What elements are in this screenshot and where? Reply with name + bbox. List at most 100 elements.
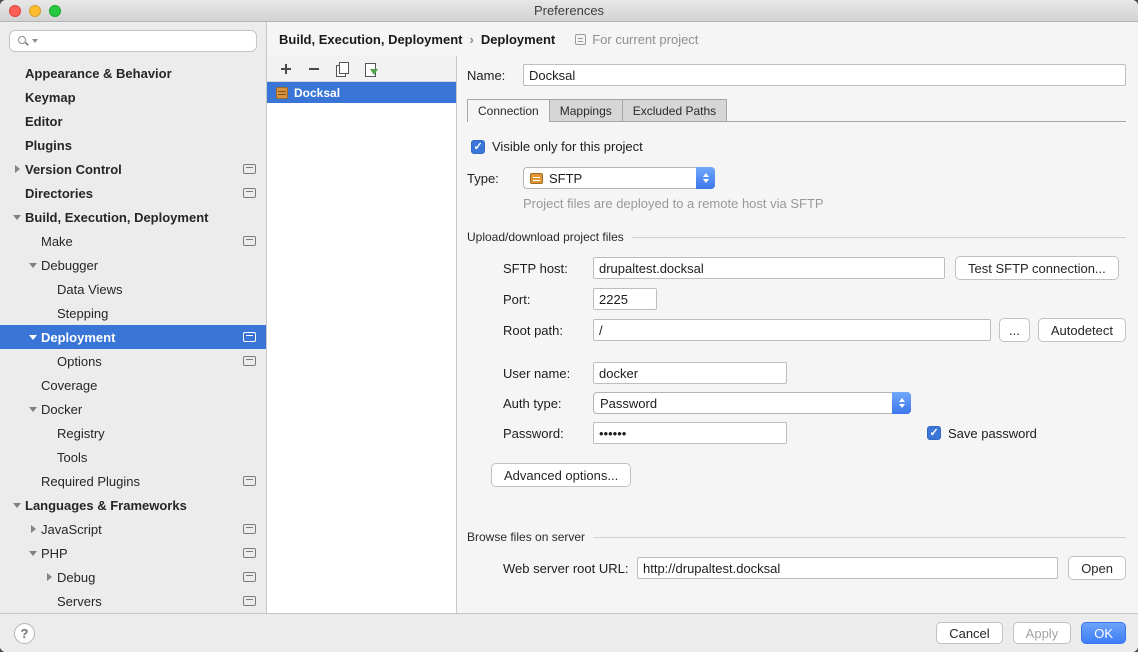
tab-connection[interactable]: Connection <box>467 99 550 121</box>
chevron-down-icon[interactable] <box>10 210 25 224</box>
cancel-button[interactable]: Cancel <box>936 622 1002 644</box>
sidebar-item-build-execution-deployment[interactable]: Build, Execution, Deployment <box>0 205 266 229</box>
zoom-window-button[interactable] <box>49 5 61 17</box>
sidebar-item-languages-frameworks[interactable]: Languages & Frameworks <box>0 493 266 517</box>
search-icon <box>17 35 29 47</box>
browse-section-title: Browse files on server <box>467 530 585 544</box>
sidebar-item-docker[interactable]: Docker <box>0 397 266 421</box>
type-label: Type: <box>467 171 523 186</box>
scope-label: For current project <box>592 32 698 47</box>
breadcrumb: Build, Execution, Deployment › Deploymen… <box>267 22 1138 56</box>
breadcrumb-root[interactable]: Build, Execution, Deployment <box>279 32 462 47</box>
dropdown-stepper-icon[interactable] <box>892 392 911 414</box>
sidebar-item-label: Debugger <box>41 258 98 273</box>
sidebar-item-plugins[interactable]: Plugins <box>0 133 266 157</box>
add-button[interactable] <box>279 62 293 76</box>
arrow-spacer <box>10 90 25 104</box>
sidebar-item-servers[interactable]: Servers <box>0 589 266 613</box>
dropdown-stepper-icon[interactable] <box>696 167 715 189</box>
sidebar-item-make[interactable]: Make <box>0 229 266 253</box>
test-sftp-connection-button[interactable]: Test SFTP connection... <box>955 256 1119 280</box>
project-scope-icon <box>243 356 256 366</box>
sidebar-item-required-plugins[interactable]: Required Plugins <box>0 469 266 493</box>
sidebar-item-label: Keymap <box>25 90 76 105</box>
sidebar-item-label: Options <box>57 354 102 369</box>
root-path-input[interactable] <box>593 319 991 341</box>
sidebar-item-keymap[interactable]: Keymap <box>0 85 266 109</box>
sidebar-item-debugger[interactable]: Debugger <box>0 253 266 277</box>
copy-button[interactable] <box>335 62 349 76</box>
project-scope-icon <box>243 236 256 246</box>
sidebar-item-directories[interactable]: Directories <box>0 181 266 205</box>
sidebar-item-deployment[interactable]: Deployment <box>0 325 266 349</box>
remove-button[interactable] <box>307 62 321 76</box>
server-icon <box>276 87 288 99</box>
sftp-host-input[interactable] <box>593 257 945 279</box>
titlebar: Preferences <box>0 0 1138 22</box>
browse-root-path-button[interactable]: ... <box>999 318 1030 342</box>
chevron-right-icon[interactable] <box>26 522 41 536</box>
sidebar-item-label: Languages & Frameworks <box>25 498 187 513</box>
password-input[interactable] <box>593 422 787 444</box>
open-button[interactable]: Open <box>1068 556 1126 580</box>
minimize-window-button[interactable] <box>29 5 41 17</box>
sidebar-item-editor[interactable]: Editor <box>0 109 266 133</box>
sidebar-item-registry[interactable]: Registry <box>0 421 266 445</box>
tab-excluded-paths[interactable]: Excluded Paths <box>622 99 727 121</box>
chevron-down-icon[interactable] <box>10 498 25 512</box>
chevron-down-icon[interactable] <box>26 546 41 560</box>
sidebar-item-php[interactable]: PHP <box>0 541 266 565</box>
help-button[interactable]: ? <box>14 623 35 644</box>
chevron-right-icon[interactable] <box>10 162 25 176</box>
paste-button[interactable] <box>363 62 377 76</box>
project-scope-icon <box>243 476 256 486</box>
tab-mappings[interactable]: Mappings <box>549 99 623 121</box>
deployment-form: Name: ConnectionMappingsExcluded Paths V… <box>457 56 1138 613</box>
project-scope-icon <box>243 188 256 198</box>
server-list-toolbar <box>267 56 456 82</box>
advanced-options-button[interactable]: Advanced options... <box>491 463 631 487</box>
port-input[interactable] <box>593 288 657 310</box>
settings-search-field[interactable] <box>9 30 257 52</box>
apply-button[interactable]: Apply <box>1013 622 1072 644</box>
type-help-text: Project files are deployed to a remote h… <box>523 196 1126 211</box>
type-value: SFTP <box>549 171 582 186</box>
server-list-item-docksal[interactable]: Docksal <box>267 82 456 103</box>
sidebar-item-tools[interactable]: Tools <box>0 445 266 469</box>
sidebar-item-label: Version Control <box>25 162 122 177</box>
autodetect-button[interactable]: Autodetect <box>1038 318 1126 342</box>
arrow-spacer <box>10 114 25 128</box>
search-options-caret-icon[interactable] <box>32 39 38 43</box>
auth-type-value: Password <box>600 396 657 411</box>
project-scope-icon <box>243 596 256 606</box>
chevron-right-icon[interactable] <box>42 570 57 584</box>
type-select[interactable]: SFTP <box>523 167 715 189</box>
chevron-down-icon[interactable] <box>26 402 41 416</box>
sidebar-item-label: JavaScript <box>41 522 102 537</box>
arrow-spacer <box>42 594 57 608</box>
ok-button[interactable]: OK <box>1081 622 1126 644</box>
close-window-button[interactable] <box>9 5 21 17</box>
sidebar-item-stepping[interactable]: Stepping <box>0 301 266 325</box>
sidebar-item-javascript[interactable]: JavaScript <box>0 517 266 541</box>
connection-tabs: ConnectionMappingsExcluded Paths <box>467 99 1126 122</box>
chevron-down-icon[interactable] <box>26 330 41 344</box>
sidebar-item-data-views[interactable]: Data Views <box>0 277 266 301</box>
sidebar-item-label: Deployment <box>41 330 115 345</box>
project-scope-icon <box>243 548 256 558</box>
auth-type-label: Auth type: <box>503 396 593 411</box>
visible-only-checkbox[interactable] <box>471 140 485 154</box>
save-password-checkbox[interactable] <box>927 426 941 440</box>
sidebar-item-debug[interactable]: Debug <box>0 565 266 589</box>
sidebar-item-coverage[interactable]: Coverage <box>0 373 266 397</box>
web-root-input[interactable] <box>637 557 1058 579</box>
auth-type-select[interactable]: Password <box>593 392 911 414</box>
breadcrumb-separator: › <box>462 32 480 47</box>
chevron-down-icon[interactable] <box>26 258 41 272</box>
sidebar-item-version-control[interactable]: Version Control <box>0 157 266 181</box>
sidebar-item-appearance-behavior[interactable]: Appearance & Behavior <box>0 61 266 85</box>
name-input[interactable] <box>523 64 1126 86</box>
arrow-spacer <box>42 282 57 296</box>
user-name-input[interactable] <box>593 362 787 384</box>
sidebar-item-options[interactable]: Options <box>0 349 266 373</box>
